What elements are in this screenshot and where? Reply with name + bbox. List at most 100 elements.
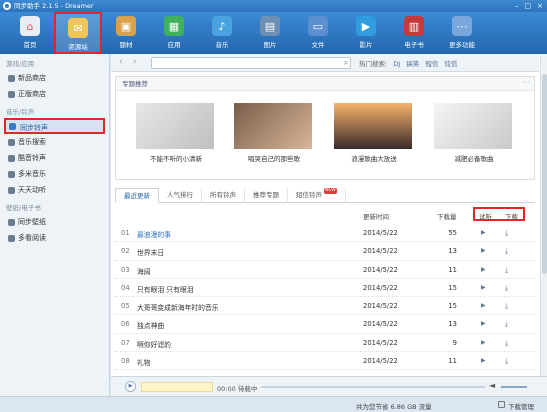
download-manager-link[interactable]: 下载管理: [508, 401, 534, 411]
book-icon: [8, 235, 15, 242]
sidebar-item-official-store[interactable]: 正版商店: [0, 86, 109, 102]
search-icon[interactable]: ⌕: [339, 57, 353, 69]
app-logo-icon: [3, 2, 11, 10]
minimize-icon[interactable]: –: [515, 0, 519, 12]
table-row[interactable]: 04 只有眼泪 只有眼泪 2014/5/22 15 ▶ ⤓: [115, 279, 535, 298]
album-card[interactable]: 浪漫歌曲大放送: [334, 103, 414, 163]
play-icon[interactable]: ▶: [481, 302, 486, 309]
row-title[interactable]: 世界末日: [137, 247, 164, 257]
sidebar-item-label: 音乐搜索: [18, 138, 46, 146]
download-icon[interactable]: ⤓: [505, 339, 508, 348]
forward-icon[interactable]: ›: [133, 57, 137, 67]
album-caption: 不能不听的小清新: [150, 155, 202, 163]
row-number: 06: [121, 320, 130, 329]
table-row[interactable]: 07 啊你好滤豹 2014/5/22 9 ▶ ⤓: [115, 334, 535, 353]
sidebar-item-sync-ringtone[interactable]: 同步铃声: [4, 118, 105, 134]
volume-slider[interactable]: [501, 386, 527, 388]
table-row[interactable]: 05 大哥哥变成新海年时的音乐 2014/5/22 15 ▶ ⤓: [115, 297, 535, 316]
title-bar: 同步助手 2.1.5 - Dreamer – □ ×: [0, 0, 547, 12]
play-icon[interactable]: ▶: [481, 357, 486, 364]
album-card[interactable]: 减肥必备歌曲: [434, 103, 514, 163]
download-icon[interactable]: ⤓: [505, 302, 508, 311]
download-manager-icon[interactable]: [498, 401, 505, 408]
volume-icon[interactable]: ◄: [489, 381, 495, 390]
row-title[interactable]: 独点神曲: [137, 320, 164, 330]
row-title[interactable]: 只有眼泪 只有眼泪: [137, 284, 194, 294]
play-icon[interactable]: ▶: [481, 284, 486, 291]
sidebar-item-ttpod[interactable]: 天天动听: [0, 182, 109, 198]
row-count: 15: [448, 302, 457, 311]
tab-recommended[interactable]: 推荐专题: [245, 188, 288, 203]
toolbar-more[interactable]: ⋯ 更多功能: [438, 12, 486, 54]
tab-recent[interactable]: 最近更新: [115, 188, 159, 203]
album-card[interactable]: 不能不听的小清新: [136, 103, 216, 163]
tab-popular[interactable]: 人气排行: [159, 188, 202, 203]
sidebar-item-label: 酷音铃声: [18, 154, 46, 162]
download-icon[interactable]: ⤓: [505, 229, 508, 238]
row-title[interactable]: 大哥哥变成新海年时的音乐: [137, 302, 219, 312]
table-row[interactable]: 06 独点神曲 2014/5/22 13 ▶ ⤓: [115, 315, 535, 334]
tab-sms-ringtones[interactable]: 短信铃声NEW: [288, 188, 346, 203]
back-icon[interactable]: ‹: [119, 57, 123, 67]
note-icon: [8, 155, 15, 162]
hot-term[interactable]: 炫信: [444, 60, 457, 68]
toolbar-theme[interactable]: ▣ 题材: [102, 12, 150, 54]
row-count: 9: [452, 338, 457, 347]
more-dots-icon[interactable]: ···: [522, 78, 530, 87]
album-card[interactable]: 唱哭自己的那些歌: [234, 103, 314, 163]
row-title[interactable]: 啊你好滤豹: [137, 339, 171, 349]
vertical-scrollbar[interactable]: [540, 54, 547, 412]
sidebar-item-music-search[interactable]: 音乐搜索: [0, 134, 109, 150]
play-button-icon[interactable]: ▶: [125, 381, 136, 392]
sidebar-item-sync-wallpaper[interactable]: 同步壁纸: [0, 214, 109, 230]
sidebar-item-kuyin[interactable]: 酷音铃声: [0, 150, 109, 166]
hot-term[interactable]: DJ: [393, 60, 400, 68]
maximize-icon[interactable]: □: [525, 0, 532, 12]
download-icon[interactable]: ⤓: [505, 284, 508, 293]
toolbar-pictures[interactable]: ▤ 图片: [246, 12, 294, 54]
play-icon[interactable]: ▶: [481, 247, 486, 254]
traffic-saved: 共为您节省 6.86 GB 流量: [356, 403, 432, 411]
table-row[interactable]: 03 海阔 2014/5/22 11 ▶ ⤓: [115, 261, 535, 279]
toolbar-ebooks[interactable]: ▥ 电子书: [390, 12, 438, 54]
row-date: 2014/5/22: [363, 338, 398, 347]
toolbar-pictures-label: 图片: [263, 41, 277, 49]
row-date: 2014/5/22: [363, 302, 398, 311]
play-icon[interactable]: ▶: [481, 229, 486, 236]
table-row[interactable]: 08 礼物 2014/5/22 11 ▶ ⤓: [115, 352, 535, 371]
row-title[interactable]: 海阔: [137, 266, 151, 276]
toolbar-resource-label: 资源站: [68, 43, 88, 51]
search-input[interactable]: [151, 57, 351, 69]
toolbar-movies[interactable]: ▶ 影片: [342, 12, 390, 54]
sidebar-item-duomi[interactable]: 多米音乐: [0, 166, 109, 182]
toolbar-home[interactable]: ⌂ 首页: [6, 12, 54, 54]
row-count: 15: [448, 283, 457, 292]
hot-term[interactable]: 搞笑: [406, 60, 419, 68]
hot-term[interactable]: 短信: [425, 60, 438, 68]
download-icon[interactable]: ⤓: [505, 266, 508, 275]
download-icon[interactable]: ⤓: [505, 247, 508, 256]
download-icon[interactable]: ⤓: [505, 357, 508, 366]
sidebar-item-label: 天天动听: [18, 186, 46, 194]
row-date: 2014/5/22: [363, 229, 398, 237]
table-row[interactable]: 02 世界末日 2014/5/22 13 ▶ ⤓: [115, 242, 535, 261]
play-icon[interactable]: ▶: [481, 266, 486, 273]
toolbar-resource-station[interactable]: ✉ 资源站: [54, 12, 102, 54]
row-title[interactable]: 最浪漫的事: [137, 229, 171, 239]
sidebar-item-label: 正版商店: [18, 90, 46, 98]
scrollbar-thumb[interactable]: [542, 74, 547, 274]
toolbar-files[interactable]: ▭ 文件: [294, 12, 342, 54]
progress-track[interactable]: [261, 386, 485, 388]
toolbar-apps[interactable]: ▦ 应用: [150, 12, 198, 54]
sidebar-item-duokan[interactable]: 多看阅读: [0, 230, 109, 246]
download-icon[interactable]: ⤓: [505, 320, 508, 329]
play-icon[interactable]: ▶: [481, 339, 486, 346]
toolbar-music[interactable]: ♪ 音乐: [198, 12, 246, 54]
row-number: 02: [121, 247, 130, 256]
table-row[interactable]: 01 最浪漫的事 2014/5/22 55 ▶ ⤓: [115, 224, 535, 243]
close-icon[interactable]: ×: [537, 0, 543, 12]
play-icon[interactable]: ▶: [481, 320, 486, 327]
row-title[interactable]: 礼物: [137, 357, 151, 367]
sidebar-item-new-store[interactable]: 新品商店: [0, 70, 109, 86]
tab-all-ringtones[interactable]: 所有铃声: [202, 188, 245, 203]
